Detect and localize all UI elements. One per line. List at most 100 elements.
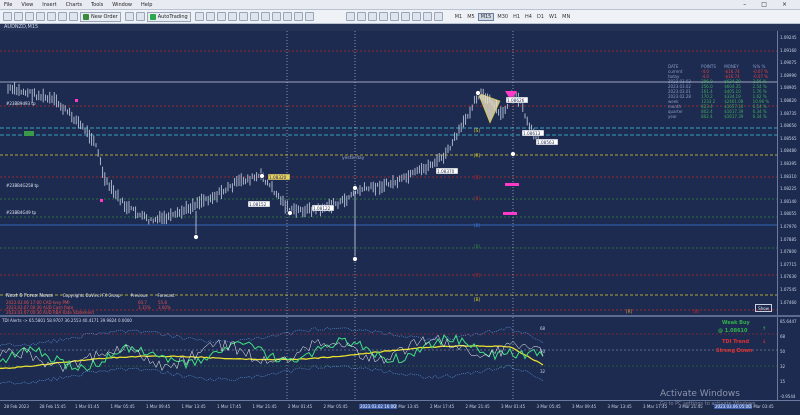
channel-icon[interactable] [400, 12, 410, 21]
close-icon[interactable]: × [782, 1, 787, 8]
new-chart-icon[interactable] [3, 12, 12, 21]
maximize-icon[interactable]: □ [761, 1, 767, 8]
menu-help[interactable]: Help [141, 2, 152, 8]
stats-money: $1617.39 [724, 114, 744, 119]
tf-w1[interactable]: W1 [547, 14, 559, 20]
navigator-icon[interactable] [47, 12, 56, 21]
menu-tools[interactable]: Tools [91, 2, 103, 8]
signal-tdi-trend: TDI Trend [722, 339, 750, 345]
price-tick: 1.08310 [780, 173, 797, 179]
market-watch-icon[interactable] [25, 12, 34, 21]
tf-d1[interactable]: D1 [535, 14, 546, 20]
tf-m5[interactable]: M5 [465, 14, 477, 20]
tdi-rsi-line [0, 333, 544, 372]
zone-label: [S] [474, 175, 480, 180]
price-tick: 1.09160 [780, 47, 797, 53]
zone-label: [R] [474, 244, 481, 249]
price-tick: 1.09075 [780, 60, 797, 66]
tf-m30[interactable]: M30 [495, 14, 510, 20]
horizontal-line-icon[interactable] [378, 12, 388, 21]
swing-point [259, 173, 265, 179]
signal-strong-down: Strong Down [716, 348, 753, 354]
tile-windows-icon[interactable] [249, 12, 259, 21]
menu-view[interactable]: View [21, 2, 33, 8]
time-tick: 1 Mar 09:45 [146, 404, 171, 409]
minimize-icon[interactable]: – [743, 1, 746, 8]
add-icon[interactable] [14, 12, 23, 21]
entry-marker [100, 199, 103, 202]
price-axis: 1.09245 1.09160 1.09075 1.08990 1.08905 1.088… [777, 31, 800, 315]
time-tick: 1 Mar 13:45 [181, 404, 206, 409]
trendline-icon[interactable] [389, 12, 399, 21]
price-tick: 1.08140 [780, 198, 797, 204]
time-tick: 2 Mar 05:45 [323, 404, 348, 409]
profit-stats-panel: DATE POINTS MONEY %% % current -4.0 -$16.7… [666, 64, 776, 119]
time-tick: 2 Mar 17:45 [430, 404, 455, 409]
toolbar: New Order AutoTrading M1 M5 M15 M30 H1 H… [0, 10, 800, 24]
forex-news-panel: Next 6 Forex News Copyrights DaVinci FX … [6, 293, 196, 315]
menu-window[interactable]: Window [112, 2, 132, 8]
tdi-indicator-pane[interactable]: 68 50 32 Weak Buy @ 1.08610 TDI Trend Stro… [0, 317, 777, 400]
data-window-icon[interactable] [36, 12, 45, 21]
indicator-tick: 68 [780, 334, 786, 339]
price-tag-label: 1.08370 [437, 169, 455, 174]
periods-icon[interactable] [293, 12, 303, 21]
new-order-button[interactable]: New Order [80, 11, 121, 22]
time-tick: 1 Mar 01:45 [75, 404, 100, 409]
main-chart[interactable]: 1.08626 1.08613 1.08563 1.08370 1.08320 1.081… [0, 31, 777, 315]
chart-title: AUDNZD,M15 [0, 24, 800, 31]
menu-file[interactable]: File [4, 2, 12, 8]
news-title: Next 6 Forex News [6, 293, 53, 299]
text-icon[interactable] [422, 12, 432, 21]
price-tag-label: 1.08613 [523, 131, 541, 136]
price-tick: 1.08735 [780, 110, 797, 116]
indicators-icon[interactable] [282, 12, 292, 21]
zone-label: [S] [474, 128, 480, 133]
price-tick: 1.07715 [780, 261, 797, 267]
price-tick: 1.08225 [780, 186, 797, 192]
candlestick-icon[interactable] [205, 12, 215, 21]
cursor-icon[interactable] [345, 12, 355, 21]
signals-icon[interactable] [135, 12, 145, 21]
chart-shift-icon[interactable] [271, 12, 281, 21]
price-tick: 1.07970 [780, 224, 797, 229]
yesterday-label: yesterday [342, 155, 365, 161]
time-tick: 2 Mar 13:45 [394, 404, 419, 409]
zoom-in-icon[interactable] [227, 12, 237, 21]
activation-watermark: Activate Windows [660, 389, 740, 399]
crosshair-icon[interactable] [356, 12, 366, 21]
tf-mn[interactable]: MN [560, 14, 572, 20]
show-button[interactable]: Show [755, 304, 772, 312]
indicator-tick: 15 [780, 379, 786, 384]
price-tag-label: 1.08122 [313, 206, 331, 211]
menu-insert[interactable]: Insert [42, 2, 56, 8]
autotrading-button[interactable]: AutoTrading [146, 11, 191, 22]
expert-icon[interactable] [124, 12, 134, 21]
vertical-line-icon[interactable] [367, 12, 377, 21]
price-tag-label: 1.08626 [507, 98, 525, 103]
swing-point [287, 210, 293, 216]
price-tick: 1.08055 [780, 211, 797, 217]
time-tick: 3 Mar 09:45 [572, 404, 597, 409]
swing-point [352, 185, 358, 191]
auto-scroll-icon[interactable] [260, 12, 270, 21]
time-tick: 3 Mar 01:45 [501, 404, 526, 409]
line-chart-icon[interactable] [216, 12, 226, 21]
strategy-tester-icon[interactable] [69, 12, 78, 21]
tf-h4[interactable]: H4 [523, 14, 534, 20]
tf-m1[interactable]: M1 [453, 14, 465, 20]
templates-icon[interactable] [304, 12, 314, 21]
zone-label: [R] [626, 309, 633, 314]
swing-point [193, 234, 199, 240]
time-tick: 1 Mar 05:45 [110, 404, 135, 409]
menu-charts[interactable]: Charts [66, 2, 82, 8]
zoom-out-icon[interactable] [238, 12, 248, 21]
terminal-icon[interactable] [58, 12, 67, 21]
bar-chart-icon[interactable] [194, 12, 204, 21]
tf-m15[interactable]: M15 [477, 12, 495, 21]
fibonacci-icon[interactable] [411, 12, 421, 21]
tf-h1[interactable]: H1 [511, 14, 522, 20]
arrow-icon[interactable] [433, 12, 443, 21]
indicator-tick: 85.6447 [780, 319, 797, 324]
tdi-upper-band [0, 326, 544, 347]
